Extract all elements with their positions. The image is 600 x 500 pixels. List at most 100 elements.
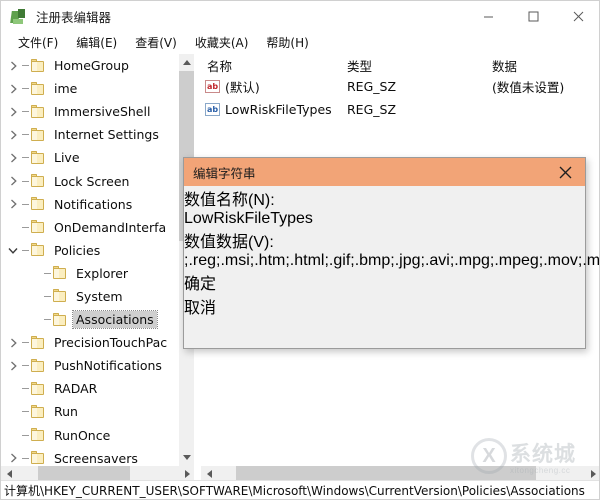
tree-item-explorer[interactable]: Explorer [1, 262, 179, 285]
folder-icon [30, 174, 46, 188]
title-bar: 注册表编辑器 [1, 1, 599, 32]
chevron-right-icon[interactable] [5, 193, 21, 215]
tree-item-precisiontouchpac[interactable]: PrecisionTouchPac [1, 331, 179, 354]
window-controls [466, 1, 599, 32]
tree-item-run[interactable]: Run [1, 400, 179, 423]
tree-item-label: Explorer [76, 265, 129, 281]
tree-item-notifications[interactable]: Notifications [1, 193, 179, 216]
tree-item-label: Internet Settings [54, 127, 159, 143]
tree-item-policies[interactable]: Policies [1, 239, 179, 262]
cancel-button[interactable]: 取消 [184, 294, 585, 318]
tree-item-radar[interactable]: RADAR [1, 377, 179, 400]
tree-item-label: RADAR [54, 381, 98, 397]
tree-connector-line [43, 285, 52, 307]
tree-connector-line [21, 216, 30, 238]
menu-edit[interactable]: 编辑(E) [67, 32, 126, 53]
folder-icon [30, 58, 46, 73]
chevron-right-icon[interactable] [5, 124, 21, 146]
column-header-data[interactable]: 数据 [486, 54, 599, 75]
menu-favorites[interactable]: 收藏夹(A) [186, 32, 258, 53]
scroll-up-icon[interactable] [179, 54, 194, 71]
tree-item-system[interactable]: System [1, 285, 179, 308]
tree-connector-line [21, 401, 30, 423]
tree-item-associations[interactable]: Associations [1, 308, 179, 331]
registry-tree[interactable]: HomeGroup ime ImmersiveShell Internet Setti… [1, 54, 179, 466]
value-name-text: LowRiskFileTypes [225, 102, 332, 117]
tree-connector-line [21, 355, 30, 377]
tree-connector-line [21, 447, 30, 466]
tree-item-label: HomeGroup [54, 58, 129, 74]
menu-view[interactable]: 查看(V) [126, 32, 186, 53]
tree-item-label: Live [54, 150, 80, 166]
folder-icon [30, 451, 46, 465]
tree-connector-line [21, 239, 30, 261]
chevron-right-icon[interactable] [5, 355, 21, 377]
tree-item-homegroup[interactable]: HomeGroup [1, 54, 179, 77]
chevron-right-icon[interactable] [5, 170, 21, 192]
tree-item-pushnotifications[interactable]: PushNotifications [1, 354, 179, 377]
folder-icon [30, 220, 46, 234]
tree-item-live[interactable]: Live [1, 146, 179, 169]
folder-icon [30, 358, 46, 373]
tree-item-screensavers[interactable]: Screensavers [1, 447, 179, 466]
maximize-icon[interactable] [511, 1, 556, 32]
value-row[interactable]: ab (默认) REG_SZ (数值未设置) [201, 75, 599, 98]
status-bar: 计算机\HKEY_CURRENT_USER\SOFTWARE\Microsoft… [1, 480, 599, 499]
edit-string-dialog: 编辑字符串 数值名称(N): LowRiskFileTypes 数值数据(V):… [183, 157, 599, 349]
tree-connector-line [21, 193, 30, 215]
column-header-name[interactable]: 名称 [201, 54, 341, 75]
chevron-right-icon[interactable] [5, 78, 21, 100]
value-name-text: (默认) [225, 80, 260, 95]
column-header-type[interactable]: 类型 [341, 54, 486, 75]
ab-string-icon: ab [205, 103, 220, 116]
close-icon[interactable] [556, 1, 599, 32]
chevron-right-icon[interactable] [5, 55, 21, 77]
values-list[interactable]: ab (默认) REG_SZ (数值未设置) ab LowRiskFileTypes REG… [201, 75, 599, 121]
dialog-close-icon[interactable] [545, 158, 585, 186]
tree-item-internet-settings[interactable]: Internet Settings [1, 123, 179, 146]
value-name-input[interactable]: LowRiskFileTypes [184, 210, 585, 228]
tree-item-label: RunOnce [54, 427, 111, 443]
dialog-title-bar: 编辑字符串 [184, 158, 585, 186]
tree-item-label: ime [54, 81, 78, 97]
folder-icon [30, 127, 46, 142]
window-title: 注册表编辑器 [36, 10, 112, 25]
chevron-right-icon[interactable] [5, 147, 21, 169]
tree-item-immersiveshell[interactable]: ImmersiveShell [1, 100, 179, 123]
value-data-cell: (数值未设置) [492, 80, 565, 95]
menu-file[interactable]: 文件(F) [9, 32, 67, 53]
tree-item-label: Screensavers [54, 450, 138, 466]
tree-item-label: Lock Screen [54, 173, 130, 189]
chevron-down-icon[interactable] [5, 239, 21, 261]
value-name-cell: ab (默认) [201, 77, 341, 96]
tree-connector-line [21, 170, 30, 192]
tree-item-ime[interactable]: ime [1, 77, 179, 100]
folder-icon [52, 289, 68, 303]
tree-item-lock-screen[interactable]: Lock Screen [1, 169, 179, 192]
ab-string-icon: ab [205, 80, 220, 93]
menu-bar: 文件(F) 编辑(E) 查看(V) 收藏夹(A) 帮助(H) [1, 32, 599, 54]
value-data-input[interactable]: ;.reg;.msi;.htm;.html;.gif;.bmp;.jpg;.av… [184, 252, 599, 270]
chevron-right-icon[interactable] [5, 332, 21, 354]
dialog-title: 编辑字符串 [193, 165, 256, 181]
ok-button[interactable]: 确定 [184, 270, 585, 294]
value-name-label: 数值名称(N): [184, 192, 275, 209]
chevron-right-icon[interactable] [5, 101, 21, 123]
menu-help[interactable]: 帮助(H) [257, 32, 317, 53]
value-row[interactable]: ab LowRiskFileTypes REG_SZ [201, 98, 599, 121]
tree-connector-line [21, 55, 30, 77]
scroll-down-icon[interactable] [179, 449, 194, 466]
minimize-icon[interactable] [466, 1, 511, 32]
chevron-right-icon[interactable] [5, 447, 21, 466]
tree-item-label: Notifications [54, 196, 133, 212]
tree-item-label: ImmersiveShell [54, 104, 151, 120]
tree-item-runonce[interactable]: RunOnce [1, 424, 179, 447]
tree-connector-line [21, 378, 30, 400]
values-column-headers: 名称 类型 数据 [201, 54, 599, 75]
tree-item-ondemandinterfa[interactable]: OnDemandInterfa [1, 216, 179, 239]
tree-connector-line [43, 309, 52, 331]
